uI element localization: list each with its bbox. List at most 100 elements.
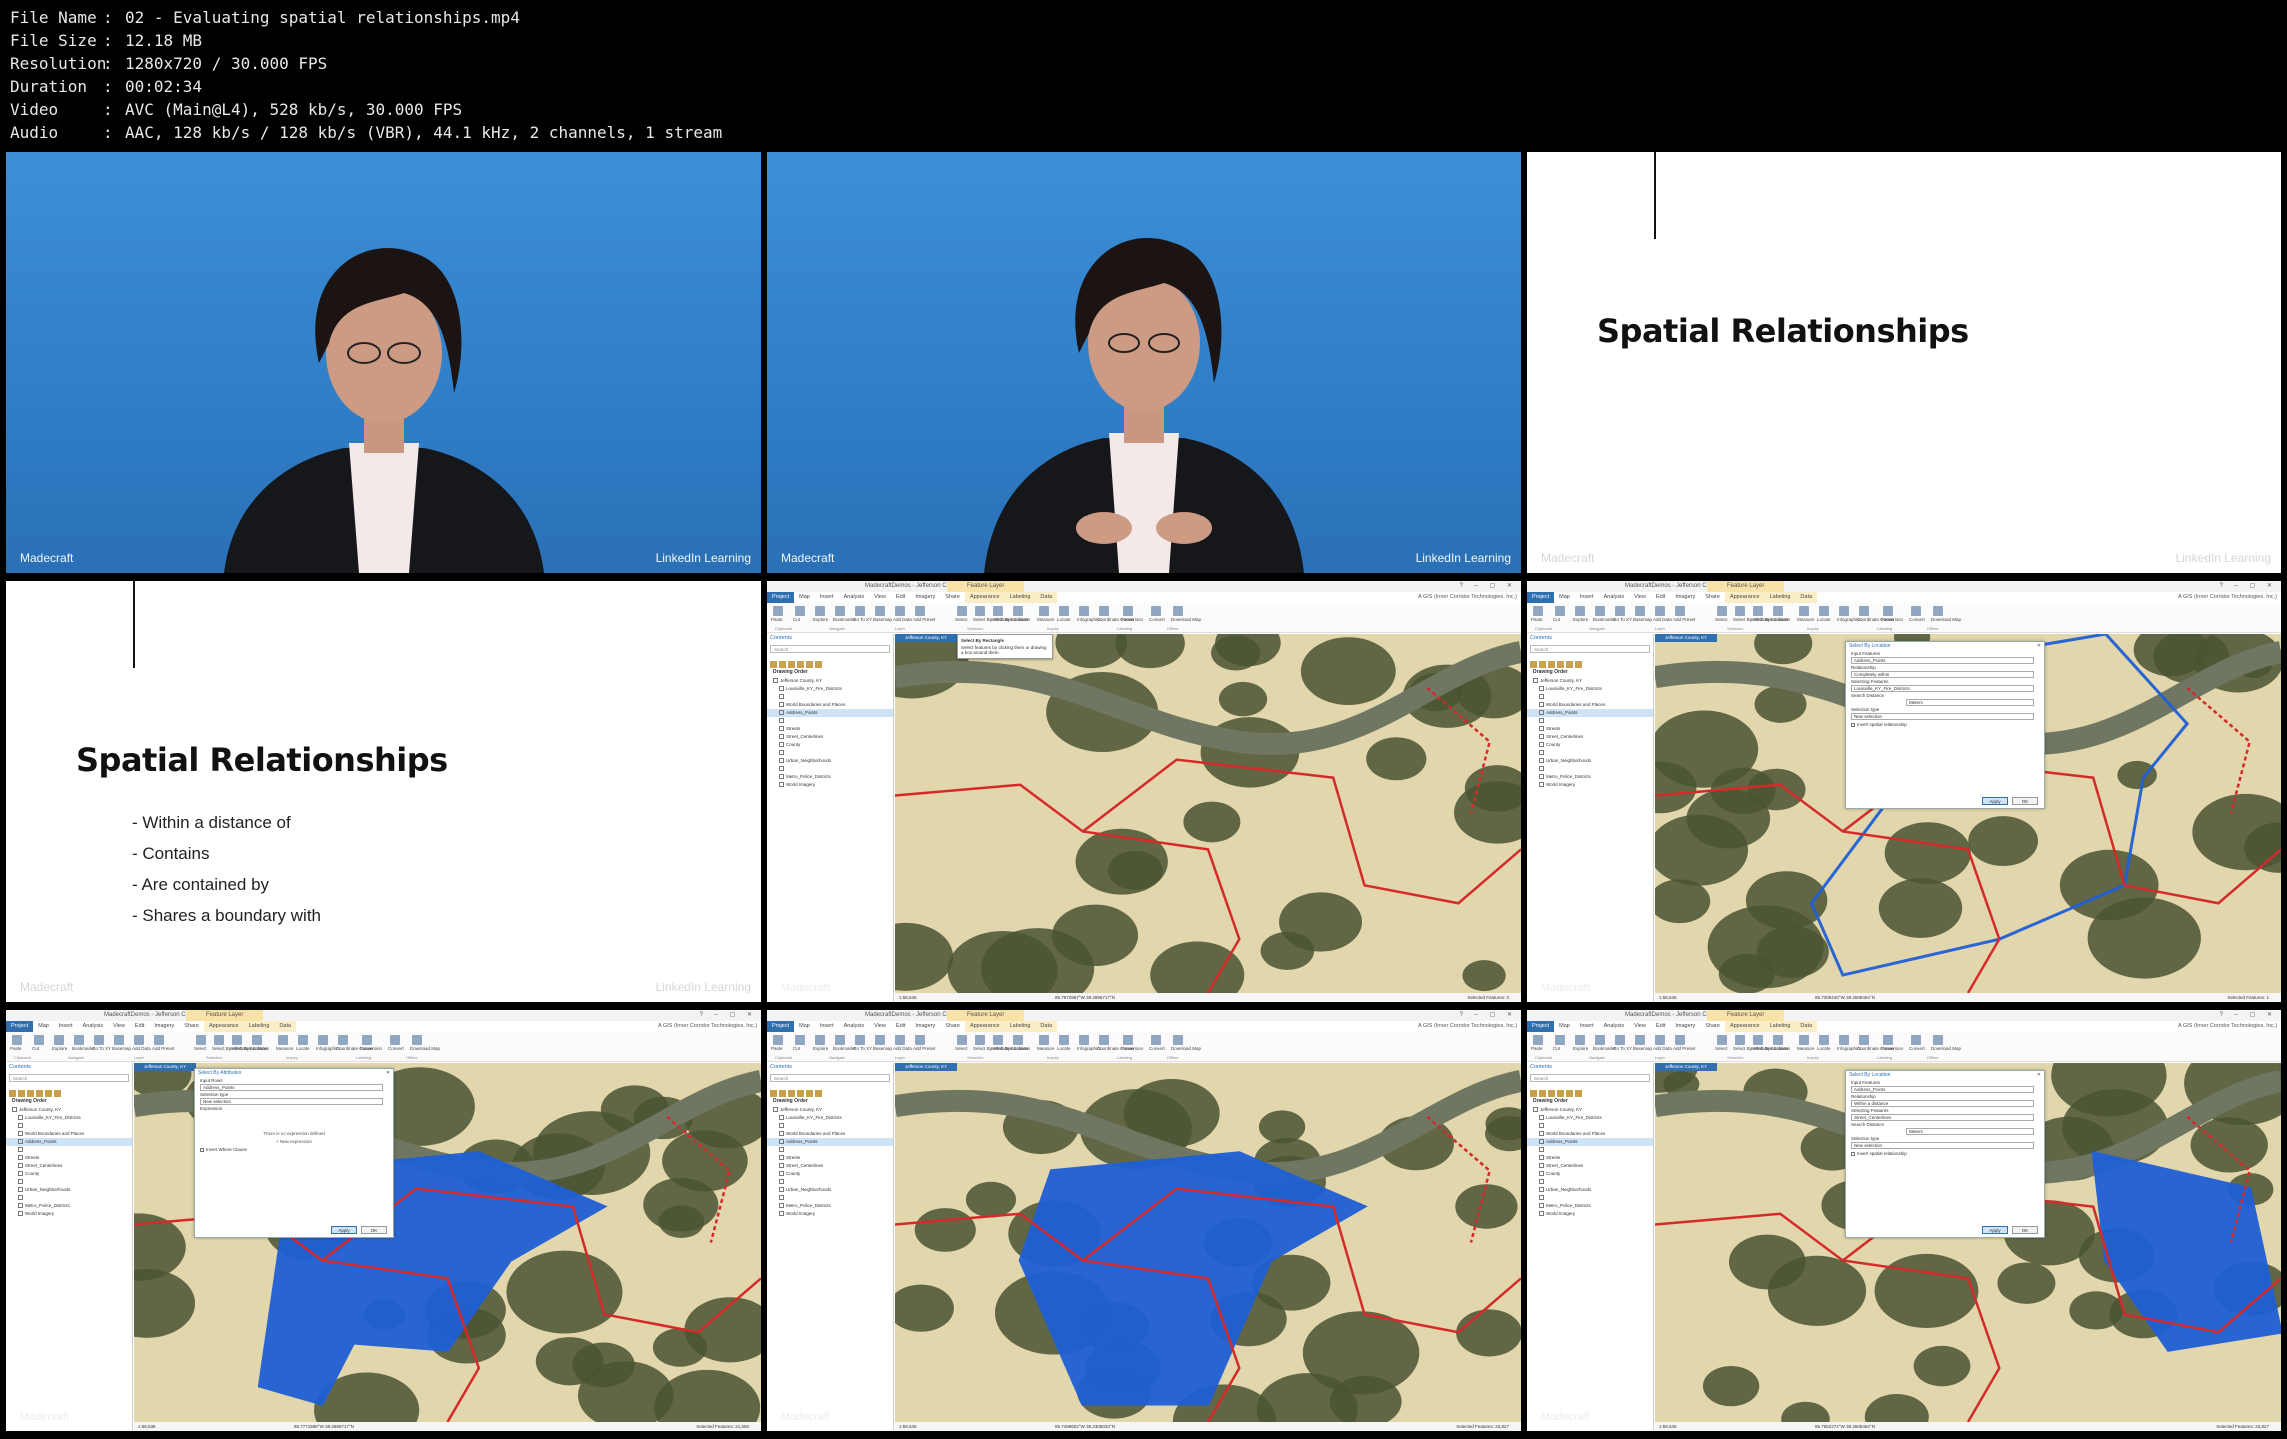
- map-view[interactable]: Jefferson County, KY Select By Location ✕…: [1655, 634, 2281, 993]
- ribbon-button-icon[interactable]: [154, 1035, 164, 1045]
- dialog-field-input[interactable]: Address_Points: [1851, 1086, 2034, 1093]
- thumbnail-presenter-2[interactable]: Madecraft LinkedIn Learning: [767, 152, 1521, 573]
- dialog-field-input[interactable]: Street_Centerlines: [1851, 1114, 2034, 1121]
- ribbon-button-icon[interactable]: [1859, 1035, 1869, 1045]
- tab-project[interactable]: Project: [6, 1021, 34, 1032]
- ribbon-button-icon[interactable]: [1717, 1035, 1727, 1045]
- layer-item[interactable]: [6, 1178, 132, 1186]
- layer-visibility-checkbox[interactable]: [1539, 1187, 1544, 1193]
- layer-item[interactable]: World Imagery: [767, 1210, 893, 1218]
- layer-item[interactable]: [767, 1178, 893, 1186]
- ribbon-button-icon[interactable]: [1799, 1035, 1809, 1045]
- layer-item[interactable]: Address_Points: [1527, 1138, 1653, 1146]
- signed-in-user[interactable]: A GIS (Inner Corridor Technologies, Inc.…: [658, 1021, 757, 1032]
- layer-item[interactable]: Streets: [767, 1154, 893, 1162]
- dialog-field-input[interactable]: Within a distance: [1851, 1100, 2034, 1107]
- tab-view[interactable]: View: [869, 1021, 891, 1032]
- map-canvas[interactable]: [895, 634, 1521, 993]
- ribbon-button-icon[interactable]: [1933, 1035, 1943, 1045]
- signed-in-user[interactable]: A GIS (Inner Corridor Technologies, Inc.…: [1418, 1021, 1517, 1032]
- tab-appearance[interactable]: Appearance: [964, 592, 1005, 603]
- layer-item[interactable]: Streets: [1527, 1154, 1653, 1162]
- ribbon-button-icon[interactable]: [34, 1035, 44, 1045]
- map-tab[interactable]: Jefferson County, KY: [895, 1063, 958, 1071]
- layer-item[interactable]: [1527, 717, 1653, 725]
- ribbon-button-icon[interactable]: [114, 1035, 124, 1045]
- ribbon-button-icon[interactable]: [835, 606, 845, 616]
- tool-dialog[interactable]: Select By Location ✕ Input Features Address…: [1845, 1070, 2045, 1238]
- layer-visibility-checkbox[interactable]: [1539, 694, 1544, 700]
- layer-item[interactable]: Louisville_KY_Fire_Districts: [1527, 685, 1653, 693]
- invert-checkbox[interactable]: Invert spatial relationship: [1846, 721, 2044, 728]
- ribbon-button-icon[interactable]: [1799, 606, 1809, 616]
- ribbon-button-icon[interactable]: [1615, 1035, 1625, 1045]
- new-expression-button[interactable]: + New expression: [195, 1138, 393, 1146]
- layer-visibility-checkbox[interactable]: [18, 1195, 23, 1201]
- layer-item[interactable]: Street_Centerlines: [767, 1162, 893, 1170]
- layer-item[interactable]: Address_Points: [1527, 709, 1653, 717]
- tab-analysis[interactable]: Analysis: [1599, 1021, 1629, 1032]
- layer-item[interactable]: Metro_Police_Districts: [6, 1202, 132, 1210]
- layer-visibility-checkbox[interactable]: [779, 774, 784, 780]
- layer-item[interactable]: Address_Points: [767, 709, 893, 717]
- layer-item[interactable]: County: [1527, 741, 1653, 749]
- contents-search-input[interactable]: Search: [770, 645, 890, 653]
- layer-visibility-checkbox[interactable]: [18, 1147, 23, 1153]
- tab-appearance[interactable]: Appearance: [964, 1021, 1005, 1032]
- ribbon-button-icon[interactable]: [1615, 606, 1625, 616]
- layer-visibility-checkbox[interactable]: [779, 686, 784, 692]
- layer-visibility-checkbox[interactable]: [779, 758, 784, 764]
- layer-item[interactable]: Louisville_KY_Fire_Districts: [767, 1114, 893, 1122]
- layer-item[interactable]: [767, 749, 893, 757]
- layer-item[interactable]: Jefferson County, KY: [767, 1106, 893, 1114]
- tab-appearance[interactable]: Appearance: [1724, 1021, 1765, 1032]
- layer-visibility-checkbox[interactable]: [18, 1131, 23, 1137]
- layer-visibility-checkbox[interactable]: [1539, 1203, 1544, 1209]
- tab-project[interactable]: Project: [767, 592, 795, 603]
- ribbon-button-icon[interactable]: [134, 1035, 144, 1045]
- layer-item[interactable]: World Imagery: [1527, 781, 1653, 789]
- ribbon-button-icon[interactable]: [94, 1035, 104, 1045]
- layer-visibility-checkbox[interactable]: [779, 1139, 784, 1145]
- layer-visibility-checkbox[interactable]: [18, 1171, 23, 1177]
- layer-visibility-checkbox[interactable]: [779, 766, 784, 772]
- distance-unit-select[interactable]: Meters: [1906, 699, 2034, 706]
- layer-item[interactable]: Urban_Neighborhoods: [767, 757, 893, 765]
- ribbon-button-icon[interactable]: [1595, 606, 1605, 616]
- thumbnail-bullet-slide[interactable]: Spatial Relationships - Within a distanc…: [6, 581, 761, 1002]
- layer-visibility-checkbox[interactable]: [1539, 686, 1544, 692]
- tab-data[interactable]: Data: [1795, 592, 1818, 603]
- layer-item[interactable]: Street_Centerlines: [767, 733, 893, 741]
- checkbox-icon[interactable]: [200, 1147, 204, 1152]
- ribbon-button-icon[interactable]: [1819, 1035, 1829, 1045]
- tab-view[interactable]: View: [1629, 1021, 1651, 1032]
- tab-analysis[interactable]: Analysis: [78, 1021, 108, 1032]
- tab-view[interactable]: View: [108, 1021, 130, 1032]
- layer-visibility-checkbox[interactable]: [779, 750, 784, 756]
- window-controls[interactable]: ? – ▢ ✕: [1460, 1010, 1517, 1021]
- layer-visibility-checkbox[interactable]: [1539, 1123, 1544, 1129]
- thumbnail-arcgis-select-rectangle[interactable]: MadecraftDemos - Jefferson County, KY - …: [767, 581, 1521, 1002]
- tool-dialog[interactable]: Select By Attributes ✕ Input Rows Address_P…: [194, 1068, 394, 1238]
- layer-visibility-checkbox[interactable]: [1539, 1179, 1544, 1185]
- layer-visibility-checkbox[interactable]: [1533, 678, 1538, 684]
- signed-in-user[interactable]: A GIS (Inner Corridor Technologies, Inc.…: [1418, 592, 1517, 603]
- ribbon-button-icon[interactable]: [412, 1035, 422, 1045]
- ribbon-button-icon[interactable]: [855, 606, 865, 616]
- ribbon-button-icon[interactable]: [1151, 606, 1161, 616]
- ribbon-button-icon[interactable]: [1575, 606, 1585, 616]
- ribbon-button-icon[interactable]: [390, 1035, 400, 1045]
- layer-visibility-checkbox[interactable]: [779, 1187, 784, 1193]
- ribbon-button-icon[interactable]: [993, 606, 1003, 616]
- layer-item[interactable]: Louisville_KY_Fire_Districts: [6, 1114, 132, 1122]
- ribbon-button-icon[interactable]: [1079, 1035, 1089, 1045]
- layer-visibility-checkbox[interactable]: [779, 1195, 784, 1201]
- layer-visibility-checkbox[interactable]: [18, 1139, 23, 1145]
- layer-item[interactable]: Streets: [1527, 725, 1653, 733]
- layer-visibility-checkbox[interactable]: [1539, 726, 1544, 732]
- ribbon-button-icon[interactable]: [1013, 1035, 1023, 1045]
- ribbon-button-icon[interactable]: [318, 1035, 328, 1045]
- layer-item[interactable]: Jefferson County, KY: [1527, 677, 1653, 685]
- layer-visibility-checkbox[interactable]: [1539, 782, 1544, 788]
- layer-item[interactable]: Jefferson County, KY: [767, 677, 893, 685]
